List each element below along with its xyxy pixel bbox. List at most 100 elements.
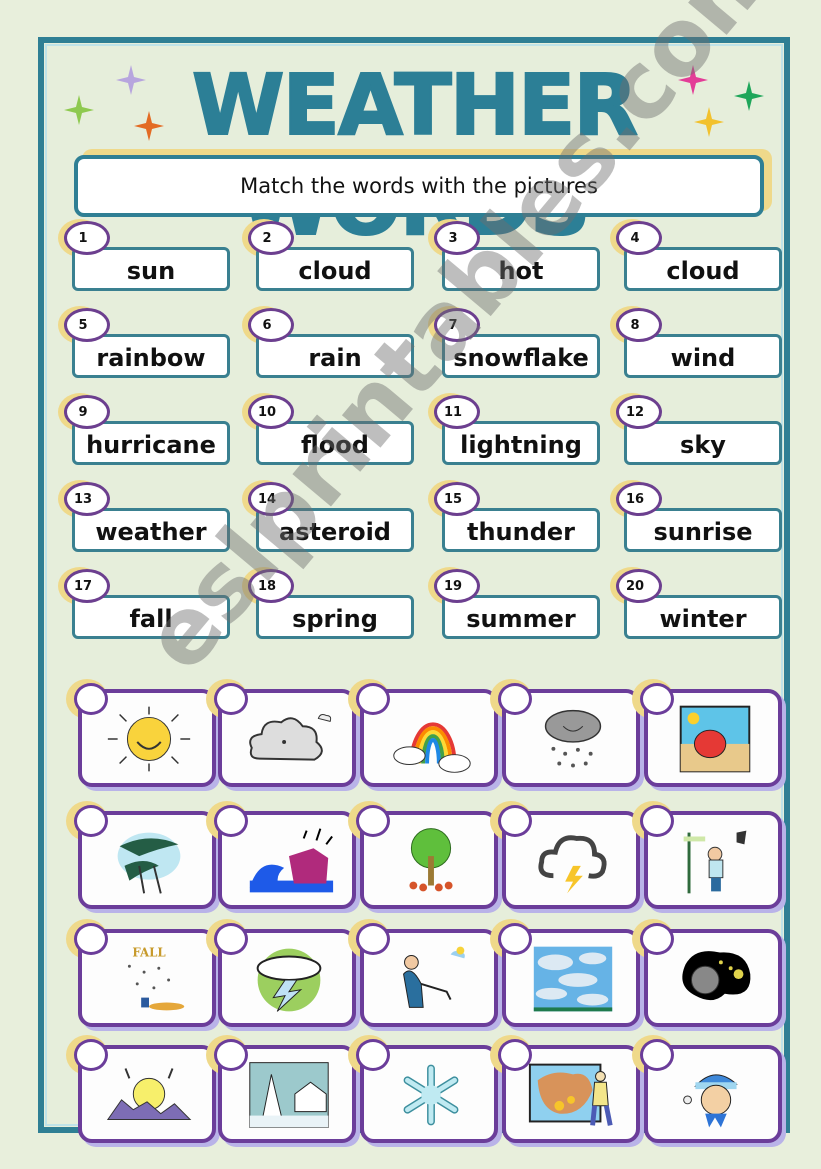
answer-circle[interactable]: [498, 923, 532, 955]
answer-circle[interactable]: [74, 923, 108, 955]
picture-card: FALL: [66, 919, 216, 1027]
sky-clouds-icon: [524, 941, 622, 1017]
number-badge: 17: [64, 569, 110, 603]
answer-circle[interactable]: [74, 805, 108, 837]
answer-circle[interactable]: [640, 923, 674, 955]
spring-tree-icon: [382, 823, 480, 899]
thunder-cloud-icon: [524, 823, 622, 899]
rain-cloud-icon: [524, 701, 622, 777]
answer-circle[interactable]: [214, 683, 248, 715]
answer-circle[interactable]: [640, 1039, 674, 1071]
word-card: summer 19: [428, 567, 600, 639]
number-badge: 15: [434, 482, 480, 516]
lightning-cloud-icon: [240, 941, 338, 1017]
word-card: thunder 15: [428, 480, 600, 552]
cloud-icon: [240, 701, 338, 777]
word-card: fall 17: [58, 567, 230, 639]
number-badge: 18: [248, 569, 294, 603]
answer-circle[interactable]: [214, 923, 248, 955]
weather-map-icon: [524, 1057, 622, 1133]
word-card: asteroid 14: [242, 480, 414, 552]
word-card: sky 12: [610, 393, 782, 465]
answer-circle[interactable]: [356, 683, 390, 715]
number-badge: 12: [616, 395, 662, 429]
instruction-banner: Match the words with the pictures: [74, 149, 772, 217]
worksheet: WEATHER WORDS Match the words with the p…: [38, 0, 800, 1143]
instruction-text: Match the words with the pictures: [74, 155, 764, 217]
number-badge: 10: [248, 395, 294, 429]
sunrise-icon: [100, 1057, 198, 1133]
picture-card: [348, 679, 498, 787]
beach-umbrella-icon: [666, 701, 764, 777]
star-icon: [678, 65, 708, 95]
picture-card: [348, 1035, 498, 1143]
snowflake-icon: [382, 1057, 480, 1133]
picture-card: [490, 679, 640, 787]
word-card: spring 18: [242, 567, 414, 639]
star-icon: [64, 95, 94, 125]
answer-circle[interactable]: [498, 683, 532, 715]
picture-card: [348, 801, 498, 909]
number-badge: 1: [64, 221, 110, 255]
rainbow-icon: [382, 701, 480, 777]
hot-sunbather-icon: [382, 941, 480, 1017]
word-card: wind 8: [610, 306, 782, 378]
answer-circle[interactable]: [640, 805, 674, 837]
number-badge: 2: [248, 221, 294, 255]
answer-circle[interactable]: [640, 683, 674, 715]
word-card: cloud 2: [242, 219, 414, 291]
number-badge: 14: [248, 482, 294, 516]
number-badge: 16: [616, 482, 662, 516]
number-badge: 19: [434, 569, 480, 603]
word-card: hurricane 9: [58, 393, 230, 465]
answer-circle[interactable]: [498, 1039, 532, 1071]
fall-leaves-icon: FALL: [100, 941, 198, 1017]
word-card: sunrise 16: [610, 480, 782, 552]
number-badge: 13: [64, 482, 110, 516]
picture-card: [490, 801, 640, 909]
star-icon: [134, 111, 164, 141]
answer-circle[interactable]: [74, 683, 108, 715]
hurricane-trees-icon: [100, 823, 198, 899]
word-card: flood 10: [242, 393, 414, 465]
picture-card: [632, 1035, 782, 1143]
cold-kid-icon: [666, 1057, 764, 1133]
star-icon: [734, 81, 764, 111]
star-icon: [116, 65, 146, 95]
picture-card: [66, 679, 216, 787]
answer-circle[interactable]: [356, 923, 390, 955]
picture-card: [206, 1035, 356, 1143]
number-badge: 20: [616, 569, 662, 603]
answer-circle[interactable]: [214, 1039, 248, 1071]
picture-card: [348, 919, 498, 1027]
number-badge: 9: [64, 395, 110, 429]
number-badge: 4: [616, 221, 662, 255]
word-card: snowflake 7: [428, 306, 600, 378]
answer-circle[interactable]: [214, 805, 248, 837]
number-badge: 5: [64, 308, 110, 342]
number-badge: 11: [434, 395, 480, 429]
picture-card: [632, 801, 782, 909]
answer-circle[interactable]: [356, 805, 390, 837]
winter-cottage-icon: [240, 1057, 338, 1133]
picture-card: [206, 801, 356, 909]
answer-circle[interactable]: [498, 805, 532, 837]
word-card: rain 6: [242, 306, 414, 378]
word-card: rainbow 5: [58, 306, 230, 378]
answer-circle[interactable]: [356, 1039, 390, 1071]
number-badge: 8: [616, 308, 662, 342]
word-card: cloud 4: [610, 219, 782, 291]
number-badge: 7: [434, 308, 480, 342]
picture-card: [490, 919, 640, 1027]
picture-card: [66, 801, 216, 909]
windy-man-icon: [666, 823, 764, 899]
flood-house-icon: [240, 823, 338, 899]
answer-circle[interactable]: [74, 1039, 108, 1071]
word-card: lightning 11: [428, 393, 600, 465]
smiling-sun-icon: [100, 701, 198, 777]
word-card: weather 13: [58, 480, 230, 552]
picture-card: [206, 679, 356, 787]
word-card: winter 20: [610, 567, 782, 639]
number-badge: 6: [248, 308, 294, 342]
word-card: hot 3: [428, 219, 600, 291]
